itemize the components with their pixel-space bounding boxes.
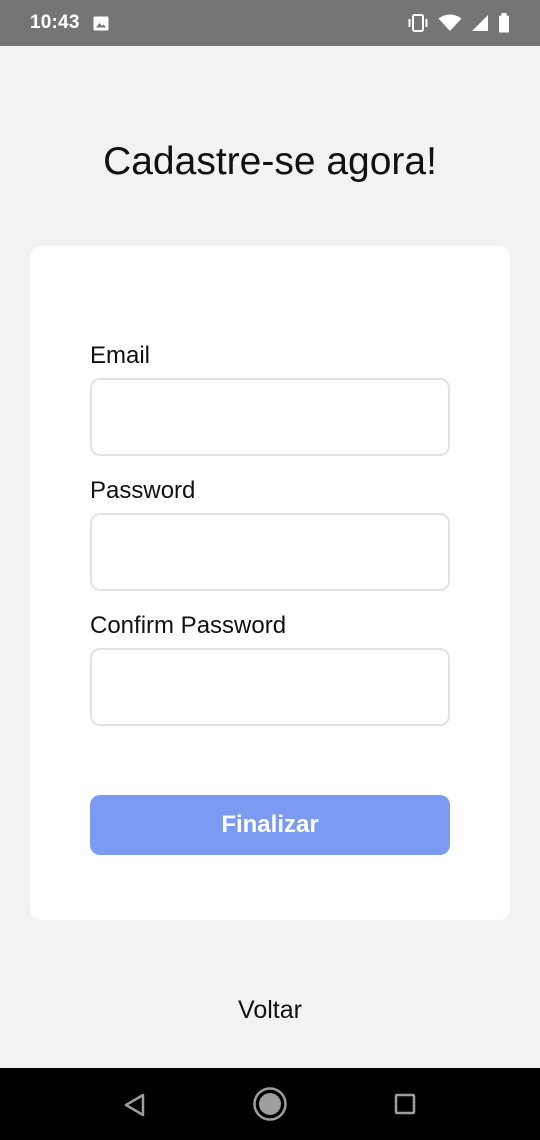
photo-icon xyxy=(93,16,109,31)
status-icons xyxy=(407,13,510,33)
system-nav-bar xyxy=(0,1068,540,1140)
recents-icon[interactable] xyxy=(394,1093,416,1120)
confirm-password-field[interactable] xyxy=(90,648,450,726)
password-label: Password xyxy=(90,477,196,504)
password-field[interactable] xyxy=(90,513,450,591)
email-field[interactable] xyxy=(90,378,450,456)
finalize-button[interactable]: Finalizar xyxy=(90,795,450,855)
back-link[interactable]: Voltar xyxy=(0,996,540,1025)
vibrate-icon xyxy=(407,14,429,32)
page-title: Cadastre-se agora! xyxy=(103,140,437,183)
wifi-icon xyxy=(438,14,462,32)
battery-icon xyxy=(498,13,510,33)
status-bar: 10:43 xyxy=(0,0,540,46)
signup-screen: 10:43 Cadastre-se agora! Email Password … xyxy=(0,0,540,1140)
back-icon[interactable] xyxy=(124,1093,146,1122)
home-icon[interactable] xyxy=(252,1086,288,1127)
status-time: 10:43 xyxy=(30,12,80,33)
signal-icon xyxy=(471,14,489,32)
signup-form-card: Email Password Confirm Password Finaliza… xyxy=(30,246,510,920)
email-label: Email xyxy=(90,342,151,369)
confirm-password-label: Confirm Password xyxy=(90,612,287,639)
